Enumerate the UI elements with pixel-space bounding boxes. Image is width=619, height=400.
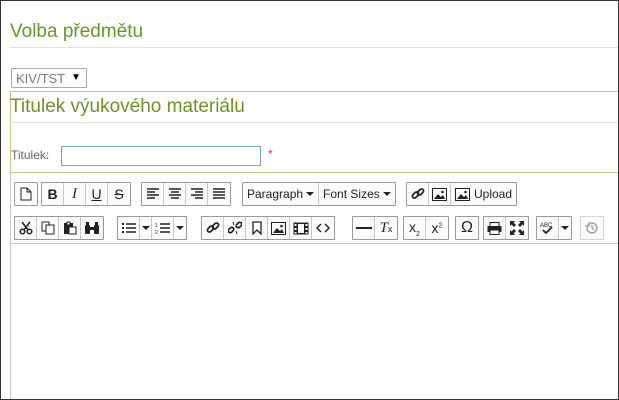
chevron-down-icon <box>141 226 150 230</box>
unlink-icon[interactable] <box>224 217 246 239</box>
restore-draft-icon[interactable] <box>581 217 603 239</box>
image-icon[interactable] <box>429 183 451 205</box>
toolbar-group-restore <box>580 216 604 240</box>
subject-select[interactable]: KIV/TST ▼ <box>11 68 87 88</box>
section-title-subject: Volba předmětu <box>10 21 144 42</box>
link-icon[interactable] <box>407 183 429 205</box>
rich-text-editor: B I U S Paragraph Font Sizes Upload 1 2 … <box>10 172 618 399</box>
underline-icon[interactable]: U <box>86 183 108 205</box>
toolbar-group-view <box>483 216 529 240</box>
chevron-down-icon: ▼ <box>71 72 81 83</box>
section-title-material: Titulek výukového materiálu <box>10 96 245 117</box>
copy-icon[interactable] <box>37 217 59 239</box>
chevron-down-icon <box>306 192 315 196</box>
horizontal-rule-icon[interactable] <box>353 217 375 239</box>
superscript-icon[interactable]: x2 <box>426 217 448 239</box>
format-dropdown-label: Paragraph <box>247 187 304 201</box>
required-marker: * <box>268 147 273 161</box>
font-size-dropdown[interactable]: Font Sizes <box>319 183 395 205</box>
toolbar-group-spellcheck: ABC <box>536 216 572 240</box>
align-right-icon[interactable] <box>186 183 208 205</box>
new-document-icon[interactable] <box>15 183 37 205</box>
align-center-icon[interactable] <box>164 183 186 205</box>
toolbar-group-links-media <box>201 216 335 240</box>
editor-content-area[interactable] <box>11 243 618 399</box>
toolbar-group-align <box>141 182 231 206</box>
spellcheck-icon[interactable]: ABC <box>537 217 559 239</box>
svg-text:2: 2 <box>155 230 158 235</box>
fullscreen-icon[interactable] <box>506 217 528 239</box>
numbered-list-dropdown[interactable] <box>174 217 186 239</box>
section-divider <box>10 47 618 48</box>
strikethrough-icon[interactable]: S <box>108 183 130 205</box>
font-size-dropdown-label: Font Sizes <box>323 187 380 201</box>
toolbar-group-dropdowns: Paragraph Font Sizes <box>242 182 396 206</box>
chevron-down-icon <box>176 226 184 230</box>
numbered-list-icon[interactable]: 12 <box>152 217 174 239</box>
bold-icon[interactable]: B <box>42 183 64 205</box>
toolbar-group-script: x2 x2 <box>403 216 449 240</box>
clear-formatting-icon[interactable]: Tx <box>375 217 397 239</box>
chevron-down-icon <box>561 226 569 230</box>
print-icon[interactable] <box>484 217 506 239</box>
chevron-down-icon <box>382 192 391 196</box>
bullet-list-dropdown[interactable] <box>140 217 152 239</box>
editor-toolbar: B I U S Paragraph Font Sizes Upload 1 2 … <box>11 173 618 245</box>
upload-label: Upload <box>474 187 513 201</box>
special-char-icon[interactable]: Ω <box>456 217 478 239</box>
toolbar-group-format: Tx <box>352 216 398 240</box>
upload-image-icon <box>455 187 470 201</box>
svg-text:1: 1 <box>155 223 158 229</box>
bookmark-icon[interactable] <box>246 217 268 239</box>
bullet-list-icon[interactable] <box>118 217 140 239</box>
align-justify-icon[interactable] <box>208 183 230 205</box>
format-dropdown[interactable]: Paragraph <box>243 183 320 205</box>
section-divider <box>10 91 618 92</box>
toolbar-group-text-style: B I U S <box>41 182 131 206</box>
cut-icon[interactable] <box>15 217 37 239</box>
subscript-icon[interactable]: x2 <box>404 217 426 239</box>
subject-select-value: KIV/TST <box>16 71 66 86</box>
title-label: Titulek: <box>11 148 50 162</box>
toolbar-group-charmap: Ω <box>455 216 479 240</box>
toolbar-group-insert: Upload <box>406 182 518 206</box>
upload-button[interactable]: Upload <box>451 183 516 205</box>
align-left-icon[interactable] <box>142 183 164 205</box>
section-divider <box>10 122 618 123</box>
insert-link-icon[interactable] <box>202 217 224 239</box>
insert-media-icon[interactable] <box>290 217 312 239</box>
insert-image-icon[interactable] <box>268 217 290 239</box>
paste-icon[interactable] <box>59 217 81 239</box>
spellcheck-dropdown[interactable] <box>559 217 571 239</box>
toolbar-group-clipboard <box>14 216 104 240</box>
source-code-icon[interactable] <box>312 217 334 239</box>
page-frame: Volba předmětu KIV/TST ▼ Titulek výukové… <box>0 0 619 400</box>
toolbar-group-lists: 12 <box>117 216 187 240</box>
toolbar-group-new <box>14 182 38 206</box>
italic-icon[interactable]: I <box>64 183 86 205</box>
find-icon[interactable] <box>81 217 103 239</box>
title-input[interactable] <box>61 146 261 166</box>
